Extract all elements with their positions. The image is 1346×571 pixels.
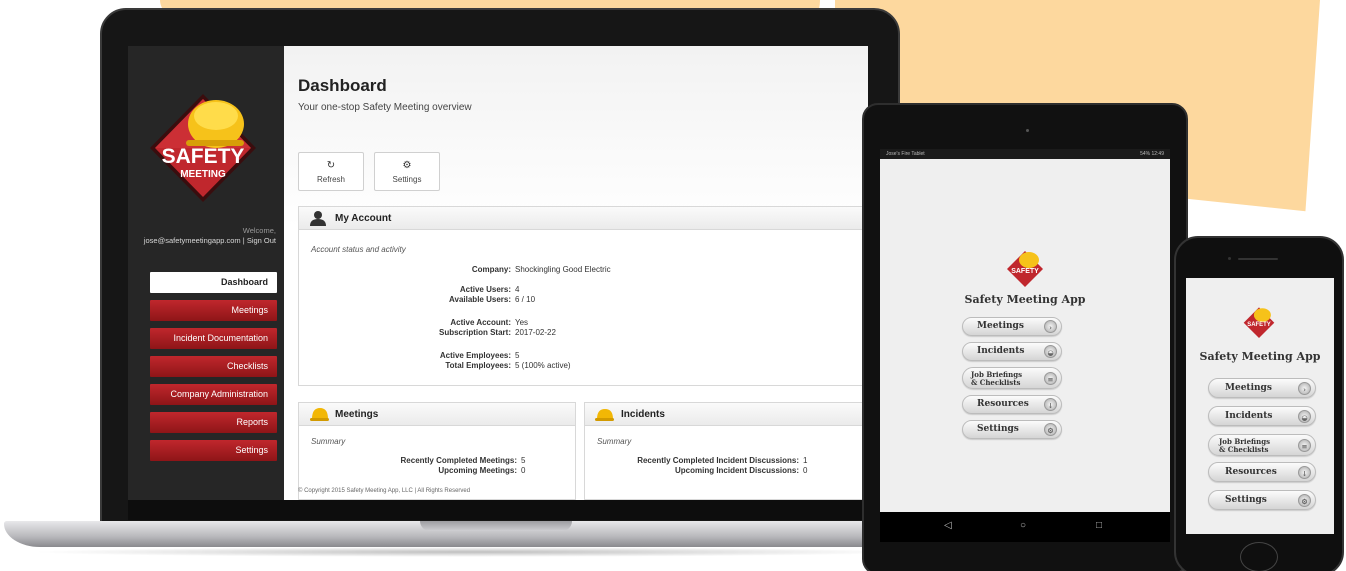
account-row-active-employees: Active Employees: 5 — [439, 351, 520, 360]
account-row-active-account: Active Account: Yes — [450, 318, 529, 327]
phone-frame: SAFETY Safety Meeting App Meetings › Inc… — [1174, 236, 1344, 571]
hard-hat-icon — [595, 409, 614, 421]
phone-camera — [1228, 257, 1231, 260]
tablet-screen: Jose's Fire Tablet 54% 12:49 SAFETY Safe… — [880, 149, 1170, 542]
laptop-bezel — [128, 500, 868, 520]
meetings-panel: Meetings Summary Recently Completed Meet… — [298, 402, 576, 500]
refresh-icon: ↻ — [326, 160, 336, 171]
incidents-subtitle: Summary — [597, 437, 632, 446]
account-row-company: Company: Shockingling Good Electric — [471, 265, 611, 274]
sidebar-item-checklists[interactable]: Checklists — [150, 356, 277, 377]
hard-hat-icon: ◒ — [1044, 345, 1057, 358]
sidebar: SAFETY MEETING Welcome, jose@safetymeeti… — [128, 46, 284, 500]
phone-app-logo: SAFETY — [1243, 307, 1275, 338]
welcome-text: Welcome, jose@safetymeetingapp.com | Sig… — [128, 226, 276, 246]
account-row-subscription-start: Subscription Start: 2017-02-22 — [438, 328, 556, 337]
home-icon[interactable]: ○ — [1020, 520, 1026, 531]
user-icon — [310, 211, 326, 226]
copyright-text: © Copyright 2015 Safety Meeting App, LLC… — [298, 488, 471, 494]
settings-label: Settings — [392, 175, 422, 184]
download-icon: ↓ — [1298, 466, 1311, 479]
tablet-status-bar: Jose's Fire Tablet 54% 12:49 — [880, 149, 1170, 159]
sidebar-item-reports[interactable]: Reports — [150, 412, 277, 433]
account-row-active-users: Active Users: 4 — [459, 285, 520, 294]
incidents-panel: Incidents Summary Recently Completed Inc… — [584, 402, 868, 500]
tablet-settings-button[interactable]: Settings ⚙ — [962, 420, 1062, 439]
gear-icon: ⚙ — [1298, 494, 1311, 507]
refresh-label: Refresh — [316, 175, 345, 184]
sidebar-nav: Dashboard Meetings Incident Documentatio… — [150, 272, 277, 468]
refresh-button[interactable]: ↻ Refresh — [298, 152, 364, 191]
page-subtitle: Your one-stop Safety Meeting overview — [298, 102, 472, 113]
tablet-meetings-button[interactable]: Meetings › — [962, 317, 1062, 336]
tablet-status-right: 54% 12:49 — [1140, 151, 1164, 157]
account-row-available-users: Available Users: 6 / 10 — [449, 295, 536, 304]
gear-icon: ⚙ — [402, 160, 412, 171]
logo-text-safety: SAFETY — [162, 145, 245, 168]
download-icon: ↓ — [1044, 398, 1057, 411]
phone-resources-button[interactable]: Resources ↓ — [1208, 462, 1316, 482]
tablet-app-title: Safety Meeting App — [964, 293, 1086, 306]
laptop-screen: SAFETY MEETING Welcome, jose@safetymeeti… — [128, 46, 868, 500]
arrow-icon: › — [1044, 320, 1057, 333]
tablet-job-briefings-button[interactable]: Job Briefings & Checklists ≡ — [962, 367, 1062, 389]
recent-apps-icon[interactable]: □ — [1096, 520, 1102, 531]
settings-button[interactable]: ⚙ Settings — [374, 152, 440, 191]
meetings-row-upcoming: Upcoming Meetings: 0 — [438, 466, 526, 475]
phone-incidents-button[interactable]: Incidents ◒ — [1208, 406, 1316, 426]
sidebar-item-meetings[interactable]: Meetings — [150, 300, 277, 321]
sign-out-link[interactable]: | Sign Out — [243, 236, 276, 245]
main-content: Dashboard Your one-stop Safety Meeting o… — [284, 46, 868, 500]
my-account-header: My Account — [299, 207, 867, 230]
phone-home-button[interactable] — [1240, 542, 1278, 571]
list-icon: ≡ — [1298, 439, 1311, 452]
incidents-title: Incidents — [621, 409, 665, 420]
sidebar-item-company-administration[interactable]: Company Administration — [150, 384, 277, 405]
welcome-label: Welcome, — [242, 226, 276, 235]
logo-text-meeting: MEETING — [180, 169, 226, 180]
tablet-device-name: Jose's Fire Tablet — [886, 151, 925, 157]
svg-text:SAFETY: SAFETY — [1247, 322, 1270, 328]
account-subtitle: Account status and activity — [311, 245, 406, 254]
laptop-shadow — [30, 547, 910, 557]
incidents-row-completed: Recently Completed Incident Discussions:… — [637, 456, 808, 465]
svg-text:SAFETY: SAFETY — [1011, 268, 1039, 275]
marketing-stage: SAFETY MEETING Welcome, jose@safetymeeti… — [0, 0, 1346, 571]
tablet-camera — [1026, 129, 1029, 132]
page-title: Dashboard — [298, 76, 387, 95]
meetings-row-completed: Recently Completed Meetings: 5 — [400, 456, 526, 465]
phone-app-title: Safety Meeting App — [1199, 350, 1321, 363]
sidebar-item-settings[interactable]: Settings — [150, 440, 277, 461]
my-account-panel: My Account Account status and activity C… — [298, 206, 868, 386]
incidents-header: Incidents — [585, 403, 867, 426]
safety-meeting-logo: SAFETY MEETING — [150, 94, 256, 202]
account-row-total-employees: Total Employees: 5 (100% active) — [445, 361, 571, 370]
arrow-icon: › — [1298, 382, 1311, 395]
phone-job-briefings-button[interactable]: Job Briefings & Checklists ≡ — [1208, 434, 1316, 456]
hard-hat-icon — [310, 408, 329, 421]
user-email: jose@safetymeetingapp.com — [143, 236, 241, 245]
laptop-notch — [420, 521, 572, 531]
sidebar-item-incident-documentation[interactable]: Incident Documentation — [150, 328, 277, 349]
tablet-resources-button[interactable]: Resources ↓ — [962, 395, 1062, 414]
gear-icon: ⚙ — [1044, 423, 1057, 436]
my-account-title: My Account — [335, 213, 392, 224]
phone-screen: SAFETY Safety Meeting App Meetings › Inc… — [1186, 278, 1334, 534]
phone-speaker — [1238, 258, 1278, 260]
tablet-app-logo: SAFETY — [1007, 251, 1043, 287]
tablet-nav-bar: ◁ ○ □ — [880, 512, 1170, 542]
tablet-frame: Jose's Fire Tablet 54% 12:49 SAFETY Safe… — [862, 103, 1188, 571]
phone-settings-button[interactable]: Settings ⚙ — [1208, 490, 1316, 510]
meetings-title: Meetings — [335, 409, 379, 420]
tablet-incidents-button[interactable]: Incidents ◒ — [962, 342, 1062, 361]
back-icon[interactable]: ◁ — [944, 520, 952, 531]
phone-meetings-button[interactable]: Meetings › — [1208, 378, 1316, 398]
meetings-subtitle: Summary — [311, 437, 346, 446]
meetings-header: Meetings — [299, 403, 575, 426]
incidents-row-upcoming: Upcoming Incident Discussions: 0 — [674, 466, 808, 475]
hard-hat-icon: ◒ — [1298, 410, 1311, 423]
list-icon: ≡ — [1044, 372, 1057, 385]
sidebar-item-dashboard[interactable]: Dashboard — [150, 272, 277, 293]
